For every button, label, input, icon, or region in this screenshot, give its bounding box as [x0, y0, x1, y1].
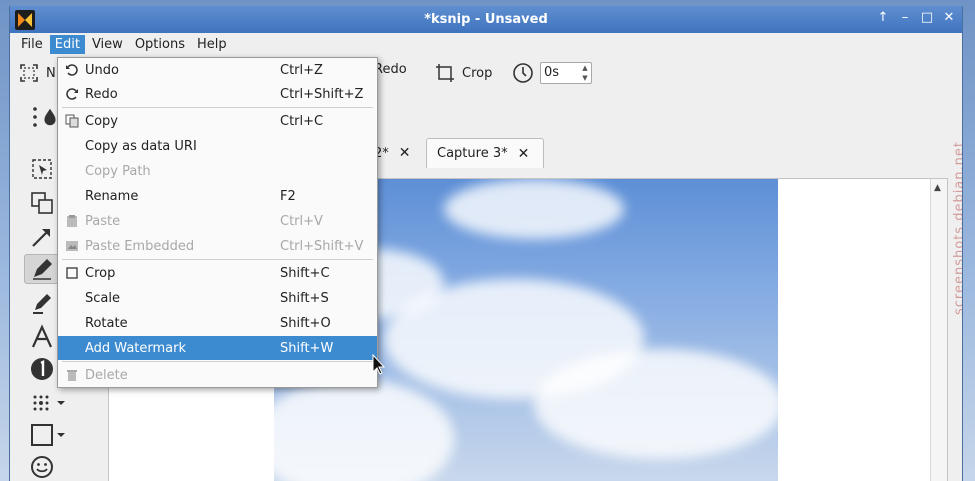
tool-text[interactable] [24, 322, 60, 352]
tool-sticker[interactable] [24, 452, 60, 481]
window-title: *ksnip - Unsaved [424, 12, 548, 27]
arrow-icon [32, 229, 50, 247]
menu-bar: File Edit View Options Help [10, 33, 962, 55]
undo-icon [64, 62, 80, 78]
tool-number[interactable] [24, 354, 60, 384]
window-controls: ↑ – □ ✕ [876, 10, 956, 25]
crop-toolbar-label: Crop [462, 65, 493, 81]
tool-blur-dropdown[interactable] [54, 388, 68, 418]
menu-view[interactable]: View [87, 35, 128, 54]
redo-icon [64, 86, 80, 102]
sticker-icon [31, 456, 53, 478]
menu-delete[interactable]: Delete [58, 363, 377, 387]
menu-rename[interactable]: Rename F2 [58, 184, 377, 208]
menu-copy-path[interactable]: Copy Path [58, 159, 377, 183]
minimize-button[interactable]: – [898, 10, 912, 25]
title-bar: *ksnip - Unsaved ↑ – □ ✕ [10, 6, 962, 33]
menu-crop[interactable]: Crop Shift+C [58, 261, 377, 285]
menu-rotate[interactable]: Rotate Shift+O [58, 311, 377, 335]
text-icon [31, 324, 53, 348]
tool-marker[interactable] [24, 288, 60, 318]
tool-pen[interactable] [24, 254, 60, 284]
capture-region-icon [20, 64, 38, 82]
timer-icon [513, 63, 533, 83]
menu-copy[interactable]: Copy Ctrl+C [58, 109, 377, 133]
redo-toolbar-button[interactable]: Redo [374, 62, 407, 77]
menu-edit[interactable]: Edit [49, 34, 85, 54]
crop-icon [436, 64, 454, 82]
vertical-scrollbar[interactable]: ▲ [930, 179, 947, 481]
tool-duplicate[interactable] [24, 188, 60, 218]
number-icon [31, 358, 53, 380]
trash-icon [64, 367, 80, 383]
menu-separator [62, 259, 373, 260]
delay-stepper[interactable]: ▲ ▼ [579, 63, 591, 83]
selection-icon [32, 159, 52, 179]
menu-paste-embedded[interactable]: Paste Embedded Ctrl+Shift+V [58, 234, 377, 258]
crop-icon [64, 265, 80, 281]
marker-icon [33, 294, 51, 314]
menu-add-watermark[interactable]: Add Watermark Shift+W [58, 336, 377, 360]
redo-toolbar-label: Redo [374, 62, 407, 77]
close-icon[interactable]: ✕ [399, 145, 411, 161]
tab-capture-3[interactable]: Capture 3* ✕ [426, 138, 544, 168]
duplicate-icon [31, 192, 53, 214]
tool-rectangle-dropdown[interactable] [54, 420, 68, 450]
menu-file[interactable]: File [16, 35, 48, 54]
paste-embedded-icon [64, 238, 80, 254]
blur-icon [33, 395, 49, 411]
paste-icon [64, 213, 80, 229]
crop-toolbar-button[interactable]: Crop [434, 62, 492, 84]
pen-icon [33, 259, 52, 280]
new-capture-label: N [46, 65, 56, 81]
menu-scale[interactable]: Scale Shift+S [58, 286, 377, 310]
copy-icon [64, 113, 80, 129]
menu-help[interactable]: Help [192, 35, 232, 54]
timer-icon-wrap [512, 62, 534, 84]
menu-separator [62, 361, 373, 362]
menu-options[interactable]: Options [130, 35, 190, 54]
close-icon[interactable]: ✕ [518, 146, 530, 162]
scroll-up-icon[interactable]: ▲ [934, 183, 941, 193]
rectangle-icon [31, 424, 53, 446]
keep-above-button[interactable]: ↑ [876, 10, 890, 25]
maximize-button[interactable]: □ [920, 10, 934, 25]
menu-separator [62, 107, 373, 108]
chevron-down-icon [57, 401, 65, 405]
menu-paste[interactable]: Paste Ctrl+V [58, 209, 377, 233]
close-button[interactable]: ✕ [942, 10, 956, 25]
mouse-pointer-icon [372, 354, 386, 375]
new-capture-button[interactable]: N [18, 62, 56, 84]
site-watermark: screenshots.debian.net [952, 141, 963, 315]
chevron-down-icon [57, 433, 65, 437]
tab-label: Capture 3* [437, 146, 508, 161]
menu-redo[interactable]: Redo Ctrl+Shift+Z [58, 82, 377, 106]
tool-arrow[interactable] [24, 222, 60, 252]
tool-select[interactable] [24, 154, 60, 184]
menu-undo[interactable]: Undo Ctrl+Z [58, 58, 377, 82]
edit-menu-dropdown: Undo Ctrl+Z Redo Ctrl+Shift+Z Copy Ctrl+… [57, 57, 378, 388]
menu-copy-data-uri[interactable]: Copy as data URI [58, 134, 377, 158]
